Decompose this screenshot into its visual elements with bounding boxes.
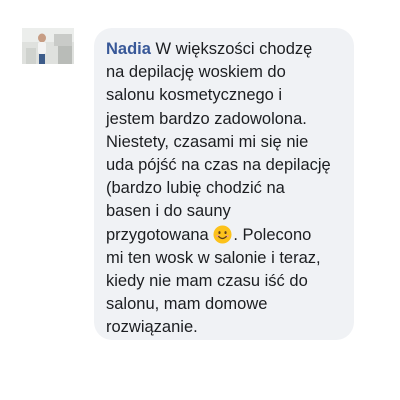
comment-line-2: na depilację woskiem do — [106, 63, 286, 82]
comment-line-6: uda pójść na czas na depilację — [106, 156, 331, 175]
comment-text: W większości chodzę — [150, 40, 313, 58]
comment-line-9: przygotowana . Polecono — [106, 224, 344, 247]
comment-line-1: Nadia W większości chodzę — [106, 38, 344, 61]
comment-line-4: jestem bardzo zadowolona. — [106, 109, 307, 128]
profile-photo — [22, 28, 74, 64]
comment-bubble: Nadia W większości chodzę na depilację w… — [94, 28, 354, 340]
comment-line-13: rozwiązanie. — [106, 318, 198, 337]
comment-line-5: Niestety, czasami mi się nie — [106, 132, 309, 151]
comment-text: przygotowana — [106, 225, 209, 244]
comment-line-8: basen i do sauny — [106, 202, 231, 221]
comment-line-3: salonu kosmetycznego i — [106, 86, 283, 105]
comment-line-11: kiedy nie mam czasu iść do — [106, 272, 308, 291]
avatar[interactable] — [22, 28, 74, 64]
comment-author[interactable]: Nadia — [106, 40, 151, 58]
comment-text: . Polecono — [233, 225, 312, 244]
comment-line-12: salonu, mam domowe — [106, 295, 268, 314]
smiling-face-emoji-icon — [213, 225, 232, 244]
comment-line-10: mi ten wosk w salonie i teraz, — [106, 248, 321, 267]
comment-line-7: (bardzo lubię chodzić na — [106, 179, 285, 198]
